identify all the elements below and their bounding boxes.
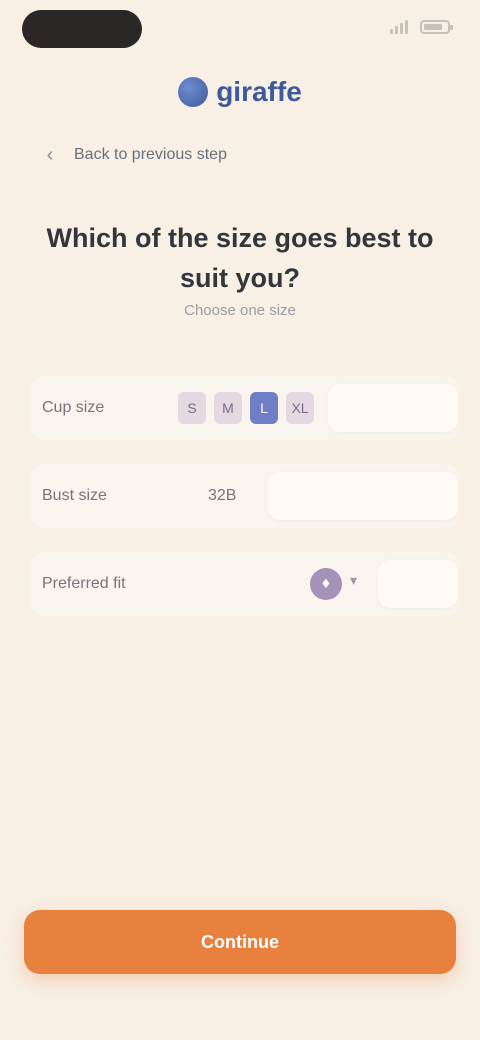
status-indicators <box>390 20 453 34</box>
size-option-group: S M L XL <box>178 392 314 424</box>
chevron-down-icon[interactable]: ▾ <box>350 572 357 589</box>
back-link[interactable]: ‹ Back to previous step <box>40 140 440 170</box>
signal-icon <box>390 20 412 34</box>
fit-label: Preferred fit <box>42 575 126 592</box>
continue-button[interactable]: Continue <box>24 910 456 974</box>
bust-row: Bust size 32B <box>30 464 460 528</box>
page-title-line-1: Which of the size goes best to <box>46 223 434 253</box>
chevron-left-icon[interactable]: ‹ <box>40 144 60 167</box>
fit-row: Preferred fit ♦ ▾ <box>30 552 460 616</box>
status-bar <box>0 0 480 60</box>
logo-text: giraffe <box>216 76 302 107</box>
fit-field[interactable] <box>378 560 458 608</box>
bust-label: Bust size <box>42 487 107 504</box>
size-field[interactable] <box>328 384 458 432</box>
dynamic-island <box>22 10 142 48</box>
page-title-line-2: suit you? <box>180 263 300 293</box>
size-option-selected[interactable]: L <box>250 392 278 424</box>
fit-icon[interactable]: ♦ <box>310 568 342 600</box>
size-option[interactable]: S <box>178 392 206 424</box>
page-subtitle: Choose one size <box>184 302 296 319</box>
bust-field[interactable] <box>268 472 458 520</box>
bust-value: 32B <box>208 487 237 504</box>
logo-mark-icon <box>178 77 209 107</box>
page-title: Which of the size goes best to suit you? <box>40 218 440 298</box>
size-label: Cup size <box>42 399 105 416</box>
size-option[interactable]: XL <box>286 392 314 424</box>
back-label[interactable]: Back to previous step <box>74 146 227 164</box>
battery-icon <box>420 20 453 34</box>
size-row: Cup size S M L XL <box>30 376 460 440</box>
size-option[interactable]: M <box>214 392 242 424</box>
app-logo: giraffe <box>165 72 315 112</box>
